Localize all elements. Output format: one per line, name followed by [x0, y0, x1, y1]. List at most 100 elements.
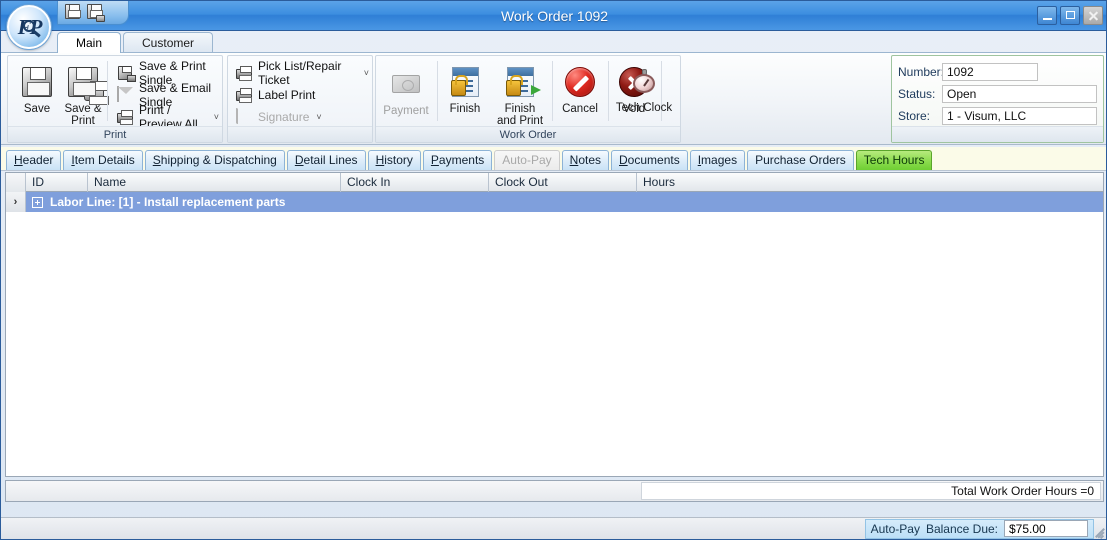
ribbon-tab-strip: Main Customer: [57, 31, 214, 53]
signature-button: Signature ˅: [233, 106, 325, 128]
resize-grip[interactable]: [1092, 523, 1106, 539]
finish-and-print-label-1: Finish: [504, 103, 536, 115]
window-controls: [1037, 6, 1103, 25]
number-value[interactable]: 1092: [942, 63, 1038, 81]
finish-icon: [440, 64, 490, 100]
store-label: Store:: [898, 109, 931, 123]
payment-label: Payment: [383, 105, 429, 117]
chevron-down-icon: ˅: [316, 112, 322, 122]
label-print-label: Label Print: [258, 88, 316, 102]
column-header-hours[interactable]: Hours: [637, 173, 1103, 192]
finish-and-print-button[interactable]: Finish and Print: [492, 64, 548, 127]
row-label: Labor Line: [1] - Install replacement pa…: [50, 195, 286, 209]
minimize-button[interactable]: [1037, 6, 1057, 25]
status-label: Status:: [898, 87, 936, 101]
money-icon: [379, 66, 433, 102]
window-title: Work Order 1092: [500, 8, 609, 24]
printer-icon: [236, 87, 253, 104]
tab-payments[interactable]: Payments: [422, 150, 493, 170]
maximize-button[interactable]: [1060, 6, 1080, 25]
work-order-info-panel: Number: 1092 Status: Open Store: 1 - Vis…: [891, 55, 1104, 143]
row-indicator: ›: [6, 192, 26, 212]
grid-header-row: ID Name Clock In Clock Out Hours: [6, 173, 1103, 192]
ribbon-group-print-extras: Pick List/Repair Ticket ˅ Label Print Si…: [227, 55, 373, 143]
column-header-id[interactable]: ID: [26, 173, 88, 192]
store-value[interactable]: 1 - Visum, LLC: [942, 107, 1097, 125]
expand-row-icon[interactable]: [32, 196, 43, 208]
tech-clock-button[interactable]: Tech Clock: [613, 63, 675, 114]
group-separator: [107, 61, 108, 121]
ribbon-group-print-extras-body: Pick List/Repair Ticket ˅ Label Print Si…: [228, 56, 372, 126]
tab-auto-pay: Auto-Pay: [494, 150, 560, 170]
grid-footer: Total Work Order Hours =0: [5, 480, 1104, 502]
tab-purchase-orders[interactable]: Purchase Orders: [747, 150, 854, 170]
ribbon-tab-customer[interactable]: Customer: [123, 32, 214, 53]
auto-pay-label: Auto-Pay: [870, 521, 920, 536]
table-row[interactable]: › Labor Line: [1] - Install replacement …: [6, 192, 1103, 212]
tech-hours-grid: ID Name Clock In Clock Out Hours › Labor…: [5, 172, 1104, 477]
tab-notes[interactable]: Notes: [561, 150, 609, 170]
save-quick-button[interactable]: [65, 4, 82, 21]
print-preview-all-button[interactable]: Print / Preview All ˅: [114, 103, 222, 131]
group-separator: [437, 61, 438, 121]
finish-label: Finish: [449, 103, 481, 115]
payment-button: Payment: [379, 66, 433, 117]
tab-shipping-dispatching[interactable]: Shipping & Dispatching: [144, 150, 285, 170]
ribbon-group-print-body: Save Save & Print Save & Print Single Sa…: [8, 56, 222, 131]
save-print-quick-button[interactable]: [87, 4, 105, 22]
cancel-button[interactable]: Cancel: [556, 64, 604, 115]
printer-icon: [236, 65, 253, 82]
stopwatch-icon: [613, 63, 675, 99]
column-header-clock-out[interactable]: Clock Out: [489, 173, 637, 192]
tab-header[interactable]: HHeadereader: [6, 150, 62, 170]
label-print-button[interactable]: Label Print: [233, 84, 318, 106]
ribbon-tab-main[interactable]: Main: [57, 32, 122, 53]
finish-button[interactable]: Finish: [440, 64, 490, 115]
floppy-printer-icon: [60, 64, 109, 105]
floppy-icon: [65, 4, 81, 19]
total-work-order-hours: Total Work Order Hours =0: [641, 482, 1101, 500]
tab-images[interactable]: Images: [689, 150, 746, 170]
detail-tab-strip: HHeadereader Item Details Shipping & Dis…: [1, 147, 1106, 171]
pick-list-repair-ticket-button[interactable]: Pick List/Repair Ticket ˅: [233, 59, 372, 87]
mail-icon: [117, 85, 134, 104]
cancel-icon: [556, 64, 604, 100]
info-row-number: Number: 1092: [898, 62, 1038, 82]
app-logo[interactable]: FP: [7, 5, 51, 49]
tab-history[interactable]: History: [367, 150, 421, 170]
group-separator: [552, 61, 553, 121]
ribbon-group-print: Save Save & Print Save & Print Single Sa…: [7, 55, 223, 143]
column-header-name[interactable]: Name: [88, 173, 341, 192]
grid-indicator-header: [6, 173, 26, 192]
ribbon-group-work-order-label: Work Order: [376, 126, 680, 142]
save-button-label: Save: [23, 103, 51, 115]
info-panel-footer: [892, 126, 1103, 142]
save-print-icon: [117, 65, 136, 82]
signature-label: Signature: [258, 110, 310, 124]
printer-overlay-icon: [96, 15, 105, 22]
grid-footer-spacer: [6, 481, 641, 501]
column-header-clock-in[interactable]: Clock In: [341, 173, 489, 192]
close-button[interactable]: [1083, 6, 1103, 25]
printer-icon: [117, 109, 134, 126]
title-bar: Work Order 1092: [1, 1, 1106, 31]
ribbon: Save Save & Print Save & Print Single Sa…: [1, 52, 1106, 145]
ribbon-group-print-extras-label: [228, 126, 372, 142]
quick-access-toolbar: [57, 1, 129, 25]
status-value[interactable]: Open: [942, 85, 1097, 103]
tab-detail-lines[interactable]: Detail Lines: [286, 150, 366, 170]
save-and-print-button[interactable]: Save & Print: [60, 64, 109, 127]
chevron-down-icon[interactable]: ˅: [214, 112, 219, 122]
tab-documents[interactable]: Documents: [611, 150, 688, 170]
auto-pay-balance-zone: Auto-Pay Balance Due: $75.00: [864, 518, 1094, 539]
info-row-status: Status: Open: [898, 84, 1097, 104]
save-button[interactable]: Save: [14, 64, 60, 115]
info-row-store: Store: 1 - Visum, LLC: [898, 106, 1097, 126]
chevron-down-icon[interactable]: ˅: [364, 68, 369, 78]
ribbon-group-print-label: Print: [8, 126, 222, 142]
group-separator: [608, 61, 609, 121]
number-label: Number:: [898, 65, 945, 79]
tab-item-details[interactable]: Item Details: [63, 150, 143, 170]
tab-tech-hours[interactable]: Tech Hours: [855, 150, 933, 170]
balance-due-value[interactable]: $75.00: [1004, 520, 1088, 537]
